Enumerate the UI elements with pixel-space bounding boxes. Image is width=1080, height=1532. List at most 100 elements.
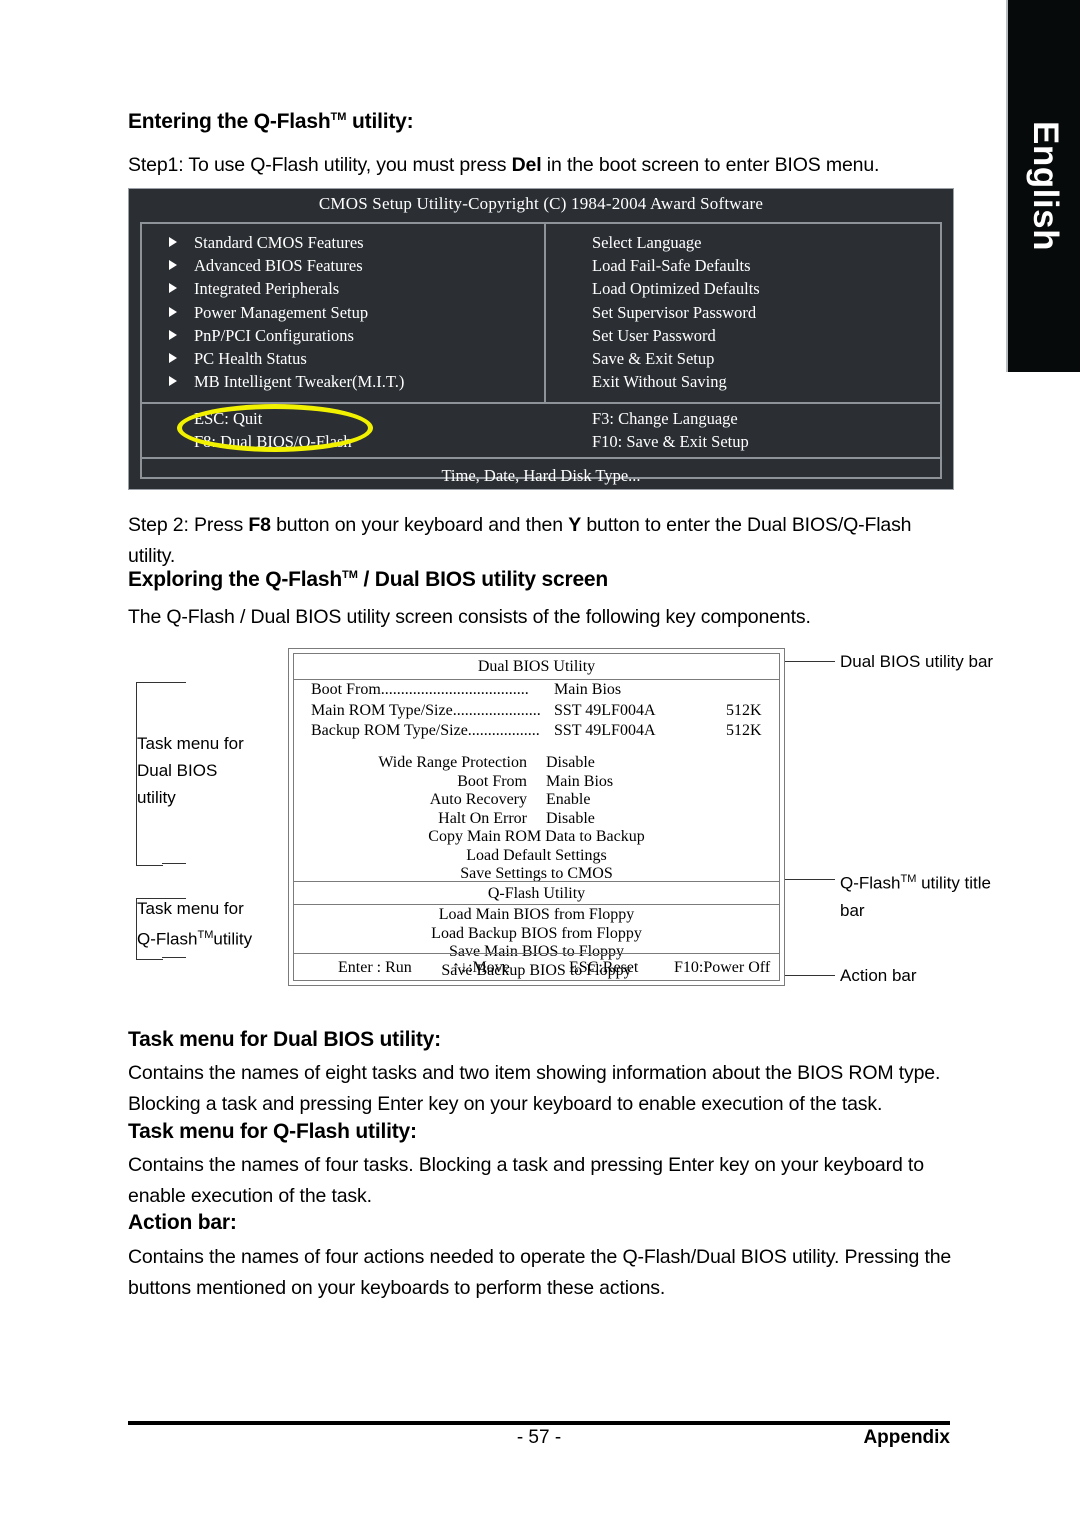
dual-bios-task-item[interactable]: Copy Main ROM Data to Backup <box>294 828 779 847</box>
trademark-sup: TM <box>341 569 358 581</box>
bios-menu-item[interactable]: MB Intelligent Tweaker(M.I.T.) <box>142 370 544 393</box>
callout-task-qf-utility: utility <box>213 929 253 949</box>
dual-bios-task-menu: Wide Range Protection Disable Boot From Ma… <box>294 754 779 884</box>
bios-menu-item-label: Power Management Setup <box>194 302 369 322</box>
callout-action-bar-label: Action bar <box>840 966 917 985</box>
rom-info-row: Main ROM Type/Size......................… <box>294 701 779 722</box>
bios-menu-item[interactable]: Power Management Setup <box>142 301 544 324</box>
triangle-right-icon <box>169 237 177 247</box>
bios-key-legend: ESC: Quit F8: Dual BIOS/Q-Flash F3: Chan… <box>142 404 940 459</box>
qflash-task-item[interactable]: Load Backup BIOS from Floppy <box>294 925 779 944</box>
task-value: Disable <box>546 809 595 827</box>
leader-line-task-qf-bottom <box>162 957 186 958</box>
heading-exploring-screen: Exploring the Q-FlashTM / Dual BIOS util… <box>128 568 608 592</box>
bios-status-footer: Time, Date, Hard Disk Type... <box>441 466 641 485</box>
language-tab-label: English <box>1026 121 1065 251</box>
bios-menu-item[interactable]: Standard CMOS Features <box>142 231 544 254</box>
action-esc-reset: ESC:Reset <box>569 959 639 976</box>
heading-entering-text: Entering the Q-Flash <box>128 110 331 133</box>
rom-size: 512K <box>726 722 762 739</box>
bios-menu-item-label: Load Optimized Defaults <box>592 279 760 299</box>
task-name: Wide Range Protection <box>378 754 527 771</box>
qflash-screen-diagram: Task menu for Dual BIOS utility Task men… <box>128 640 993 1010</box>
callout-qflash-bar-qflash: Q-Flash <box>840 873 901 893</box>
rom-info-list: Boot From...............................… <box>294 680 779 742</box>
callout-task-menu-dual: Task menu for Dual BIOS utility <box>137 730 244 811</box>
bios-menu-item-label: Select Language <box>592 233 702 252</box>
qflash-task-item[interactable]: Load Main BIOS from Floppy <box>294 906 779 925</box>
bios-menu-columns: Standard CMOS Features Advanced BIOS Fea… <box>142 224 940 404</box>
task-name: Boot From <box>457 772 527 790</box>
step2-part-a: Step 2: Press <box>128 514 249 536</box>
bios-menu-item-label: Advanced BIOS Features <box>194 256 363 276</box>
bios-right-menu: Select Language Load Fail-Safe Defaults … <box>546 231 940 393</box>
triangle-right-icon <box>169 353 177 364</box>
bios-menu-item[interactable]: Exit Without Saving <box>546 370 940 393</box>
bios-menu-item-label: MB Intelligent Tweaker(M.I.T.) <box>194 372 405 392</box>
triangle-right-icon <box>169 260 177 271</box>
paragraph-task-menu-dual-bios: Contains the names of eight tasks and tw… <box>128 1062 941 1115</box>
action-f10-power-off: F10:Power Off <box>674 959 771 976</box>
task-value: Main Bios <box>546 772 614 790</box>
qflash-utility-screen-box: Dual BIOS Utility Boot From.............… <box>288 648 785 986</box>
bios-menu-item[interactable]: Set Supervisor Password <box>546 301 940 324</box>
yellow-highlight-ellipse <box>177 404 373 452</box>
leader-line-dual-bios-bar <box>785 661 835 662</box>
dual-bios-task-item[interactable]: Load Default Settings <box>294 847 779 866</box>
rom-value: SST 49LF004A <box>554 701 656 719</box>
bios-menu-item[interactable]: Load Optimized Defaults <box>546 277 940 300</box>
callout-qflash-bar-line2: bar <box>840 900 865 920</box>
bios-menu-item[interactable]: PnP/PCI Configurations <box>142 324 544 347</box>
triangle-right-icon <box>169 283 177 294</box>
heading-action-bar: Action bar: <box>128 1211 237 1234</box>
paragraph-explore-intro: The Q-Flash / Dual BIOS utility screen c… <box>128 606 811 628</box>
task-name: Auto Recovery <box>429 791 527 808</box>
rom-label: Main ROM Type/Size...................... <box>311 701 541 719</box>
step1-part-b: in the boot screen to enter BIOS menu. <box>541 154 880 176</box>
step2-key-f8: F8 <box>248 514 271 536</box>
rom-label: Backup ROM Type/Size.................. <box>311 722 540 739</box>
footer-section-label: Appendix <box>863 1427 950 1448</box>
qflash-screen-inner-frame: Dual BIOS Utility Boot From.............… <box>293 653 780 981</box>
bios-menu-item[interactable]: PC Health Status <box>142 347 544 370</box>
dual-bios-task-item[interactable]: Halt On Error Disable <box>294 810 779 829</box>
bios-menu-item-label: Set User Password <box>592 325 716 345</box>
triangle-right-icon <box>169 306 177 317</box>
bios-menu-item[interactable]: Integrated Peripherals <box>142 277 544 300</box>
bios-cmos-setup-screenshot: CMOS Setup Utility-Copyright (C) 1984-20… <box>128 188 954 490</box>
rom-value: SST 49LF004A <box>554 722 656 739</box>
footer-divider-rule <box>128 1421 950 1425</box>
dual-bios-task-item[interactable]: Boot From Main Bios <box>294 773 779 792</box>
callout-dual-bios-bar-label: Dual BIOS utility bar <box>840 652 994 671</box>
rom-label: Boot From...............................… <box>311 681 529 698</box>
bios-menu-item[interactable]: Save & Exit Setup <box>546 347 940 370</box>
dual-bios-task-item[interactable]: Auto Recovery Enable <box>294 791 779 810</box>
callout-task-dual-line1: Task menu for <box>137 734 244 753</box>
task-value: Disable <box>546 754 595 771</box>
bios-menu-item[interactable]: Load Fail-Safe Defaults <box>546 254 940 277</box>
bios-menu-item-label: PC Health Status <box>194 349 307 369</box>
trademark-sup: TM <box>330 111 347 123</box>
heading-exploring-a: Exploring the Q-Flash <box>128 568 342 591</box>
step1-key-del: Del <box>511 154 542 176</box>
step1-part-a: Step1: To use Q-Flash utility, you must … <box>128 154 512 176</box>
rom-value: Main Bios <box>554 681 622 698</box>
paragraph-task-menu-qflash: Contains the names of four tasks. Blocki… <box>128 1154 924 1207</box>
task-name: Halt On Error <box>438 809 527 827</box>
dual-bios-task-item[interactable]: Wide Range Protection Disable <box>294 754 779 773</box>
rom-size: 512K <box>726 701 762 719</box>
bios-menu-item[interactable]: Advanced BIOS Features <box>142 254 544 277</box>
paragraph-step2: Step 2: Press F8 button on your keyboard… <box>128 510 960 572</box>
bios-menu-item-label: Save & Exit Setup <box>592 349 715 369</box>
bios-menu-item[interactable]: Select Language <box>546 231 940 254</box>
bios-menu-item[interactable]: Set User Password <box>546 324 940 347</box>
callout-task-qf-line2: Q-FlashTMutility <box>137 922 252 953</box>
callout-task-dual-line2: Dual BIOS <box>137 761 218 780</box>
heading-entering-qflash: Entering the Q-FlashTM utility: <box>128 110 414 134</box>
leader-line-task-dual-top <box>162 682 186 683</box>
bios-menu-item-label: Set Supervisor Password <box>592 302 757 322</box>
action-bar: Enter : Run ↑↓:Move ESC:Reset F10:Power … <box>294 953 779 980</box>
rom-info-row: Boot From...............................… <box>294 680 779 701</box>
bios-menu-item-label: Standard CMOS Features <box>194 233 364 252</box>
bios-left-menu: Standard CMOS Features Advanced BIOS Fea… <box>142 231 544 393</box>
